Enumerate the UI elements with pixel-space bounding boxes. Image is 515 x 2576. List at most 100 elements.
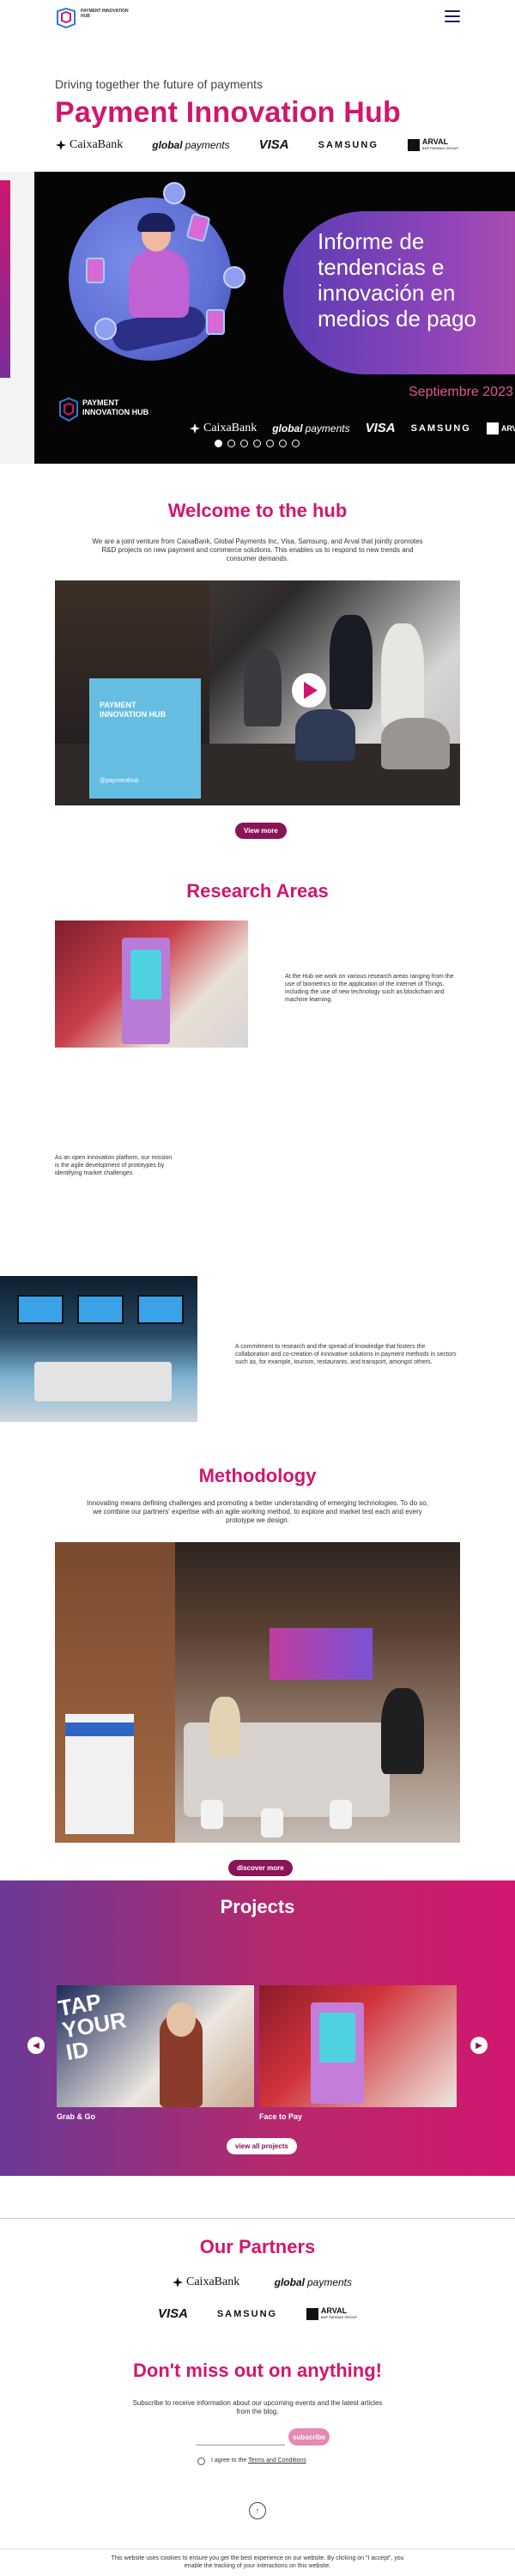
email-field[interactable] xyxy=(196,2428,285,2445)
kiosk-screen xyxy=(319,2013,355,2063)
subscribe-button[interactable]: subscribe xyxy=(288,2428,330,2445)
projects-title: Projects xyxy=(220,1896,295,1917)
phone-icon xyxy=(206,309,225,335)
arval-mark-icon xyxy=(407,138,420,151)
caixabank-star-icon xyxy=(190,422,200,434)
research-title: Research Areas xyxy=(186,880,329,902)
audience-person xyxy=(295,709,355,761)
partner-logos-top: CaixaBank global payments VISA SAMSUNG AR… xyxy=(55,137,458,152)
fingerprint-icon xyxy=(163,182,185,204)
room-screen xyxy=(77,1295,124,1324)
room-screen xyxy=(137,1295,184,1324)
page-title: Payment Innovation Hub xyxy=(55,96,401,129)
hero-hub-logo-text: PAYMENT INNOVATION HUB xyxy=(82,398,149,416)
research-text-2: As an open innovation platform, our miss… xyxy=(55,1155,173,1176)
arval-label: ARVAL xyxy=(500,423,515,433)
caixabank-label: CaixaBank xyxy=(70,137,124,151)
caixabank-label: CaixaBank xyxy=(186,2275,240,2288)
carousel-dot[interactable] xyxy=(292,440,300,447)
partners-logos-row-2: VISA SAMSUNG ARVAL BNP PARIBAS GROUP xyxy=(158,2306,357,2321)
project-card-text: TAP YOUR ID xyxy=(57,1988,129,2066)
view-all-projects-button[interactable]: view all projects xyxy=(227,2138,297,2154)
arval-logo: ARVAL xyxy=(486,422,515,434)
kiosk-screen xyxy=(130,950,161,999)
globalpayments-logo[interactable]: global payments xyxy=(275,2276,352,2288)
chair xyxy=(201,1800,223,1829)
carousel-dots xyxy=(215,440,300,447)
project-card-face-to-pay[interactable] xyxy=(259,1985,457,2107)
visa-logo[interactable]: VISA xyxy=(158,2306,188,2321)
section-divider xyxy=(0,2218,515,2219)
newsletter-title: Don't miss out on anything! xyxy=(133,2360,382,2381)
welcome-video[interactable]: PAYMENT INNOVATION HUB @paymenthub xyxy=(55,580,460,805)
audience-person xyxy=(330,615,373,709)
chair xyxy=(330,1800,352,1829)
discover-more-button[interactable]: discover more xyxy=(228,1860,293,1876)
globalpayments-logo: global payments xyxy=(272,422,349,434)
audience-person xyxy=(381,623,424,726)
terms-checkbox[interactable] xyxy=(197,2458,205,2465)
tagline: Driving together the future of payments xyxy=(55,77,264,91)
welcome-title: Welcome to the hub xyxy=(167,500,348,521)
previous-slide-peek[interactable] xyxy=(0,180,10,378)
hub-logo-icon[interactable] xyxy=(55,7,77,29)
banner-text: PAYMENT INNOVATION HUB xyxy=(100,701,167,719)
menu-bar xyxy=(445,10,460,12)
project-card-grab-go[interactable]: TAP YOUR ID xyxy=(57,1985,254,2107)
carousel-dot[interactable] xyxy=(215,440,222,447)
carousel-dot[interactable] xyxy=(253,440,261,447)
play-button-icon[interactable] xyxy=(292,673,326,708)
globalpayments-rest: payments xyxy=(305,422,350,434)
caixabank-logo[interactable]: CaixaBank xyxy=(172,2275,239,2289)
carousel-dot[interactable] xyxy=(266,440,274,447)
project-label-face-to-pay[interactable]: Face to Pay xyxy=(259,2112,302,2121)
terms-label: I agree to the Terms and Conditions xyxy=(211,2458,306,2464)
hero-carousel[interactable]: Informe de tendencias e innovación en me… xyxy=(0,172,515,464)
chevron-right-icon[interactable]: ▶ xyxy=(470,2037,488,2054)
attendee xyxy=(381,1688,424,1774)
samsung-logo[interactable]: SAMSUNG xyxy=(217,2309,277,2319)
arval-logo[interactable]: ARVAL BNP PARIBAS GROUP xyxy=(306,2306,357,2321)
carousel-dot[interactable] xyxy=(279,440,287,447)
research-text-3: A commitment to research and the spread … xyxy=(235,1344,457,1365)
audience-person xyxy=(381,718,450,769)
caixabank-label: CaixaBank xyxy=(203,421,258,434)
audience-person xyxy=(244,649,282,726)
room-screen xyxy=(17,1295,64,1324)
terms-link[interactable]: Terms and Conditions xyxy=(248,2458,306,2464)
globalpayments-bold: global xyxy=(274,2276,305,2288)
hero-partner-logos: CaixaBank global payments VISA SAMSUNG AR… xyxy=(189,421,515,435)
samsung-logo: SAMSUNG xyxy=(318,139,379,150)
menu-bar xyxy=(445,15,460,17)
hamburger-menu-icon[interactable] xyxy=(445,10,460,22)
globalpayments-rest: payments xyxy=(185,138,230,151)
newsletter-text: Subscribe to receive information about o… xyxy=(132,2399,383,2415)
card-icon xyxy=(223,266,245,289)
chair xyxy=(261,1808,283,1838)
carousel-dot[interactable] xyxy=(240,440,248,447)
project-card-person-head xyxy=(167,2002,196,2037)
caixabank-logo: CaixaBank xyxy=(189,422,257,435)
banner-handle: @paymenthub xyxy=(100,778,139,784)
project-label-grab-go[interactable]: Grab & Go xyxy=(57,2112,95,2121)
arrow-up-icon[interactable]: ↑ xyxy=(249,2502,266,2519)
terms-prefix: I agree to the xyxy=(211,2458,247,2464)
carousel-dot[interactable] xyxy=(227,440,235,447)
cookie-banner: This website uses cookies to ensure you … xyxy=(0,2549,515,2576)
display-board-strip xyxy=(65,1722,134,1736)
globalpayments-bold: global xyxy=(272,422,303,434)
research-text-1: At the Hub we work on various research a… xyxy=(285,974,454,1003)
header-logo-text[interactable]: PAYMENT INNOVATION HUB xyxy=(81,9,132,19)
hero-illustration-body xyxy=(129,249,189,318)
room-table xyxy=(34,1362,172,1401)
hero-slide[interactable]: Informe de tendencias e innovación en me… xyxy=(34,172,515,464)
cookie-text: This website uses cookies to ensure you … xyxy=(111,2555,404,2569)
research-image-room xyxy=(0,1276,197,1422)
research-image-kiosk xyxy=(55,920,248,1048)
chevron-left-icon[interactable]: ◀ xyxy=(27,2037,45,2054)
partners-title: Our Partners xyxy=(199,2236,316,2257)
hub-logo-icon xyxy=(59,397,78,422)
arval-sub-label: BNP PARIBAS GROUP xyxy=(320,2314,357,2319)
welcome-text: We are a joint venture from CaixaBank, G… xyxy=(92,538,423,562)
view-more-button[interactable]: View more xyxy=(235,823,287,839)
